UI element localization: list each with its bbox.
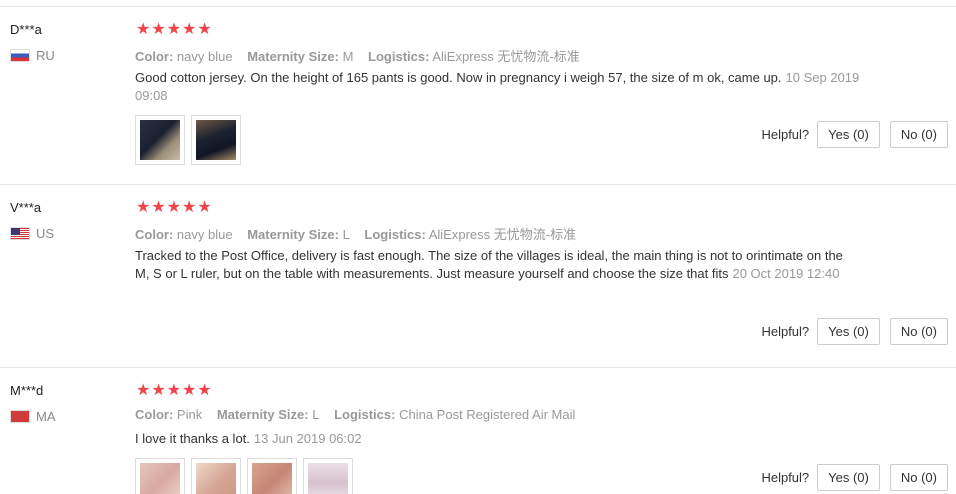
review-photo[interactable]	[247, 458, 297, 494]
review-text: Tracked to the Post Office, delivery is …	[135, 247, 860, 283]
star-rating: ★★★★★	[136, 199, 213, 216]
helpful-vote: Helpful? Yes (0) No (0)	[761, 464, 948, 491]
logistics-value: AliExpress 无忧物流-标准	[432, 49, 580, 64]
size-label: Maternity Size:	[247, 49, 339, 64]
review-photo[interactable]	[191, 458, 241, 494]
color-label: Color:	[135, 407, 174, 422]
logistics-label: Logistics:	[368, 49, 430, 64]
helpful-vote: Helpful? Yes (0) No (0)	[761, 121, 948, 148]
helpful-no-button[interactable]: No (0)	[889, 121, 948, 148]
helpful-vote: Helpful? Yes (0) No (0)	[761, 318, 948, 345]
review-attributes: Color: navy blue Maternity Size: M Logis…	[135, 46, 591, 65]
review-photo[interactable]	[135, 458, 185, 494]
review-attributes: Color: Pink Maternity Size: L Logistics:…	[135, 407, 586, 422]
logistics-value: AliExpress 无忧物流-标准	[428, 227, 577, 242]
size-value: L	[312, 407, 320, 422]
country-code: US	[36, 226, 55, 241]
color-value: navy blue	[176, 49, 233, 64]
logistics-label: Logistics:	[334, 407, 396, 422]
review-photo[interactable]	[191, 115, 241, 165]
review-item: V***a US ★★★★★ Color: navy blue Maternit…	[0, 185, 956, 368]
review-photo[interactable]	[135, 115, 185, 165]
review-photo[interactable]	[303, 458, 353, 494]
helpful-label: Helpful?	[761, 470, 810, 485]
review-text: Good cotton jersey. On the height of 165…	[135, 69, 860, 105]
review-item: D***a RU ★★★★★ Color: navy blue Maternit…	[0, 7, 956, 185]
logistics-value: China Post Registered Air Mail	[399, 407, 576, 422]
review-body: I love it thanks a lot.	[135, 431, 250, 446]
helpful-yes-button[interactable]: Yes (0)	[817, 318, 880, 345]
helpful-label: Helpful?	[761, 127, 810, 142]
helpful-label: Helpful?	[761, 324, 810, 339]
reviewer-name: M***d	[10, 383, 44, 398]
color-label: Color:	[135, 49, 174, 64]
country-code: MA	[36, 409, 56, 424]
helpful-yes-button[interactable]: Yes (0)	[817, 121, 880, 148]
star-rating: ★★★★★	[136, 382, 213, 399]
star-rating: ★★★★★	[136, 21, 213, 38]
review-text: I love it thanks a lot. 13 Jun 2019 06:02	[135, 430, 860, 448]
review-date: 13 Jun 2019 06:02	[253, 431, 362, 446]
color-label: Color:	[135, 227, 174, 242]
size-label: Maternity Size:	[216, 407, 309, 422]
reviewer-country: MA	[10, 409, 56, 424]
reviewer-name: V***a	[10, 200, 42, 215]
color-value: navy blue	[176, 227, 233, 242]
helpful-no-button[interactable]: No (0)	[889, 318, 948, 345]
size-value: M	[342, 49, 354, 64]
size-value: L	[342, 227, 350, 242]
helpful-yes-button[interactable]: Yes (0)	[817, 464, 880, 491]
color-value: Pink	[176, 407, 203, 422]
flag-ru-icon	[10, 49, 30, 62]
reviewer-country: RU	[10, 48, 55, 63]
review-body: Good cotton jersey. On the height of 165…	[135, 70, 782, 85]
review-photos	[135, 115, 241, 165]
review-item: M***d MA ★★★★★ Color: Pink Maternity Siz…	[0, 368, 956, 494]
reviewer-name: D***a	[10, 22, 42, 37]
review-date: 20 Oct 2019 12:40	[732, 266, 840, 281]
country-code: RU	[36, 48, 55, 63]
review-attributes: Color: navy blue Maternity Size: L Logis…	[135, 224, 587, 243]
review-photos	[135, 458, 353, 494]
logistics-label: Logistics:	[364, 227, 426, 242]
flag-us-icon	[10, 227, 30, 240]
flag-ma-icon	[10, 410, 30, 423]
helpful-no-button[interactable]: No (0)	[889, 464, 948, 491]
size-label: Maternity Size:	[247, 227, 339, 242]
reviewer-country: US	[10, 226, 54, 241]
